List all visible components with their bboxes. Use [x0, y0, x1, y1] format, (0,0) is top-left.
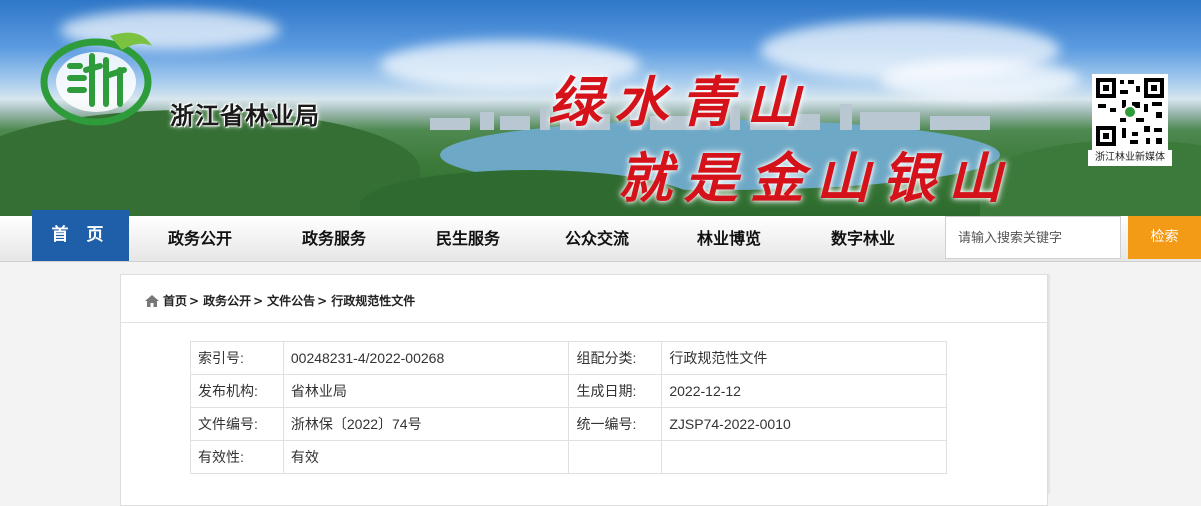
qr-code[interactable] [1092, 74, 1168, 150]
content-panel: 首页 > 政务公开 > 文件公告 > 行政规范性文件 索引号: 00248231… [120, 274, 1048, 506]
breadcrumb-announcements[interactable]: 文件公告 [267, 292, 315, 309]
search-button[interactable]: 检索 [1128, 216, 1201, 259]
nav-item-government-affairs[interactable]: 政务公开 [140, 216, 260, 261]
cloud [880, 60, 1080, 100]
breadcrumb-separator: > [189, 293, 200, 308]
value-date: 2022-12-12 [661, 374, 947, 408]
breadcrumb: 首页 > 政务公开 > 文件公告 > 行政规范性文件 [145, 292, 415, 309]
breadcrumb-separator: > [253, 293, 264, 308]
table-row: 发布机构: 省林业局 生成日期: 2022-12-12 [190, 374, 947, 408]
value-validity: 有效 [282, 440, 570, 474]
breadcrumb-government-affairs[interactable]: 政务公开 [203, 292, 251, 309]
nav-item-livelihood-services[interactable]: 民生服务 [408, 216, 528, 261]
table-row: 文件编号: 浙林保〔2022〕74号 统一编号: ZJSP74-2022-001… [190, 407, 947, 441]
label-date: 生成日期: [568, 374, 663, 408]
table-row: 有效性: 有效 [190, 440, 947, 474]
value-document-number: 浙林保〔2022〕74号 [282, 407, 570, 441]
main-nav: 首 页 政务公开 政务服务 民生服务 公众交流 林业博览 数字林业 检索 [0, 210, 1201, 262]
breadcrumb-divider [121, 322, 1047, 323]
breadcrumb-home[interactable]: 首页 [163, 292, 187, 309]
label-unified-number: 统一编号: [568, 407, 663, 441]
home-icon [145, 294, 159, 307]
breadcrumb-separator: > [317, 293, 328, 308]
label-publisher: 发布机构: [190, 374, 284, 408]
breadcrumb-normative-documents[interactable]: 行政规范性文件 [331, 292, 415, 309]
label-index-number: 索引号: [190, 341, 284, 375]
forestry-logo [40, 32, 152, 126]
table-row: 索引号: 00248231-4/2022-00268 组配分类: 行政规范性文件 [190, 341, 947, 375]
value-unified-number: ZJSP74-2022-0010 [661, 407, 947, 441]
label-document-number: 文件编号: [190, 407, 284, 441]
value-index-number: 00248231-4/2022-00268 [282, 341, 570, 375]
document-metadata-table: 索引号: 00248231-4/2022-00268 组配分类: 行政规范性文件… [190, 341, 947, 474]
value-category: 行政规范性文件 [661, 341, 947, 375]
slogan-line-1: 绿水青山 [548, 70, 812, 134]
label-validity: 有效性: [190, 440, 284, 474]
nav-item-public-communication[interactable]: 公众交流 [537, 216, 657, 261]
nav-home[interactable]: 首 页 [32, 210, 129, 261]
nav-item-digital-forestry[interactable]: 数字林业 [803, 216, 923, 261]
nav-item-forestry-expo[interactable]: 林业博览 [669, 216, 789, 261]
label-category: 组配分类: [568, 341, 663, 375]
empty-cell [568, 440, 663, 474]
site-name: 浙江省林业局 [170, 102, 320, 130]
search-input[interactable] [945, 216, 1121, 259]
value-publisher: 省林业局 [282, 374, 570, 408]
qr-label: 浙江林业新媒体 [1088, 150, 1172, 166]
header-banner: 浙江省林业局 绿水青山 就是金山银山 浙江林业新媒体 [0, 0, 1201, 216]
nav-item-government-services[interactable]: 政务服务 [274, 216, 394, 261]
slogan-line-2: 就是金山银山 [618, 146, 1014, 210]
empty-cell [661, 440, 947, 474]
